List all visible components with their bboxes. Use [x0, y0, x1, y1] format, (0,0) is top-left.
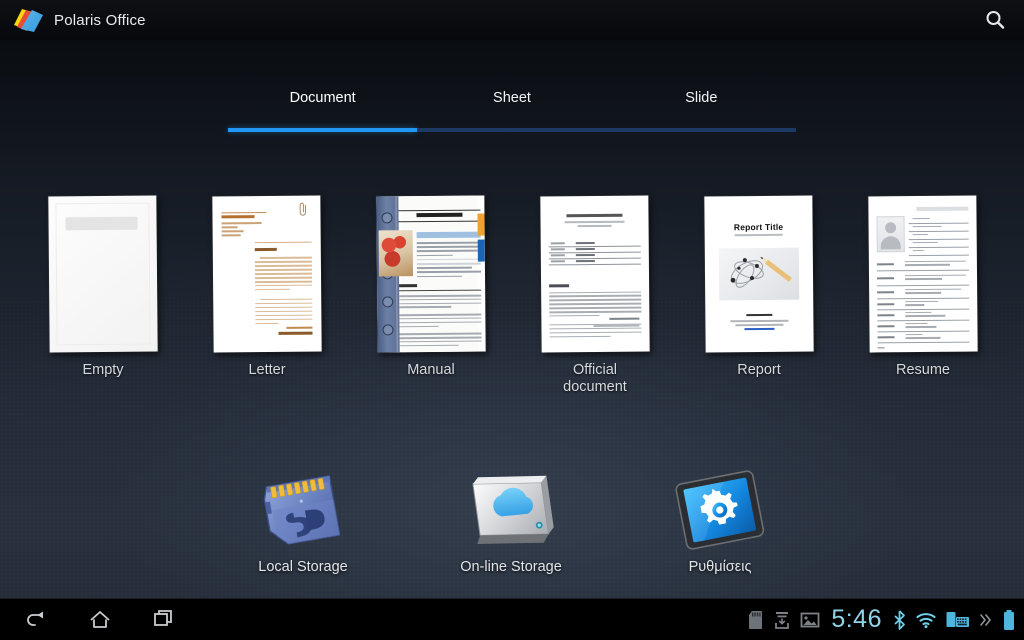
settings-tablet-icon [620, 465, 820, 557]
shortcut-online-storage[interactable]: On-line Storage [411, 465, 611, 575]
template-item-official-document[interactable]: Official document [510, 196, 680, 396]
app-title-bar: Polaris Office [0, 0, 1024, 40]
pencil-sketch-photo [719, 248, 799, 301]
document-preview-official [540, 196, 649, 353]
portrait-photo-placeholder [876, 216, 904, 252]
template-thumb-empty [18, 196, 188, 356]
template-item-report[interactable]: Report Title [674, 196, 844, 379]
keyboard-icon[interactable] [946, 611, 970, 629]
chevron-right-icon[interactable] [979, 612, 993, 628]
tab-slide-label: Slide [685, 90, 717, 106]
search-icon[interactable] [980, 5, 1010, 35]
company-name-placeholder [916, 207, 968, 211]
template-thumb-report: Report Title [674, 196, 844, 356]
tab-document-label: Document [290, 90, 356, 106]
polaris-office-home: Polaris Office Document Sheet Slide [0, 0, 1024, 640]
polaris-folder-icon [10, 5, 46, 35]
template-item-letter[interactable]: Letter [182, 196, 352, 379]
template-item-resume[interactable]: Resume [838, 196, 1008, 379]
template-label-letter: Letter [182, 362, 352, 379]
template-thumb-letter [182, 196, 352, 356]
template-item-manual[interactable]: Manual [346, 196, 516, 379]
shortcut-local-storage[interactable]: Local Storage [203, 465, 403, 575]
storage-shortcuts: Local Storage [0, 465, 1024, 585]
android-system-bar: 5:46 [0, 598, 1024, 640]
tab-document[interactable]: Document [228, 84, 417, 122]
template-type-tabs: Document Sheet Slide [228, 84, 796, 122]
page-title: Polaris Office [54, 12, 146, 29]
template-grid: Empty [0, 196, 1024, 411]
tab-sheet-indicator [417, 128, 606, 132]
template-label-official-document: Official document [510, 362, 680, 396]
cloud-drive-icon [411, 465, 611, 557]
template-thumb-official [510, 196, 680, 356]
navigation-keys [22, 606, 178, 634]
recents-icon[interactable] [150, 606, 178, 634]
template-label-manual: Manual [346, 362, 516, 379]
tab-sheet[interactable]: Sheet [417, 84, 606, 122]
paperclip-icon [298, 202, 308, 218]
shortcut-settings[interactable]: Ρυθμίσεις [620, 465, 820, 575]
template-item-empty[interactable]: Empty [18, 196, 188, 379]
download-icon[interactable] [773, 610, 791, 630]
template-label-report: Report [674, 362, 844, 379]
strawberry-tart-photo [379, 230, 413, 276]
shortcut-label-settings: Ρυθμίσεις [620, 559, 820, 575]
template-thumb-manual [346, 196, 516, 356]
document-preview-report: Report Title [704, 196, 813, 353]
document-preview-manual [376, 196, 485, 353]
back-icon[interactable] [22, 606, 50, 634]
shortcut-label-online-storage: On-line Storage [411, 559, 611, 575]
document-preview-letter [212, 196, 321, 353]
tab-slide[interactable]: Slide [607, 84, 796, 122]
document-preview-resume [868, 196, 977, 353]
template-label-resume: Resume [838, 362, 1008, 379]
template-label-empty: Empty [18, 362, 188, 379]
status-icons: 5:46 [748, 607, 1016, 632]
battery-icon[interactable] [1002, 609, 1016, 631]
shortcut-label-local-storage: Local Storage [203, 559, 403, 575]
screenshot-icon[interactable] [800, 611, 820, 629]
document-preview-empty [48, 196, 157, 353]
tab-document-indicator [228, 128, 417, 132]
blue-tab [478, 240, 485, 262]
template-thumb-resume [838, 196, 1008, 356]
report-title-text: Report Title [719, 222, 799, 233]
tab-slide-indicator [607, 128, 796, 132]
tab-sheet-label: Sheet [493, 90, 531, 106]
home-icon[interactable] [86, 606, 114, 634]
sd-card-status-icon[interactable] [748, 610, 764, 630]
orange-tab [477, 214, 484, 236]
wifi-icon[interactable] [915, 611, 937, 629]
bluetooth-icon[interactable] [893, 610, 906, 630]
sd-card-icon [203, 465, 403, 557]
status-clock: 5:46 [829, 607, 884, 632]
